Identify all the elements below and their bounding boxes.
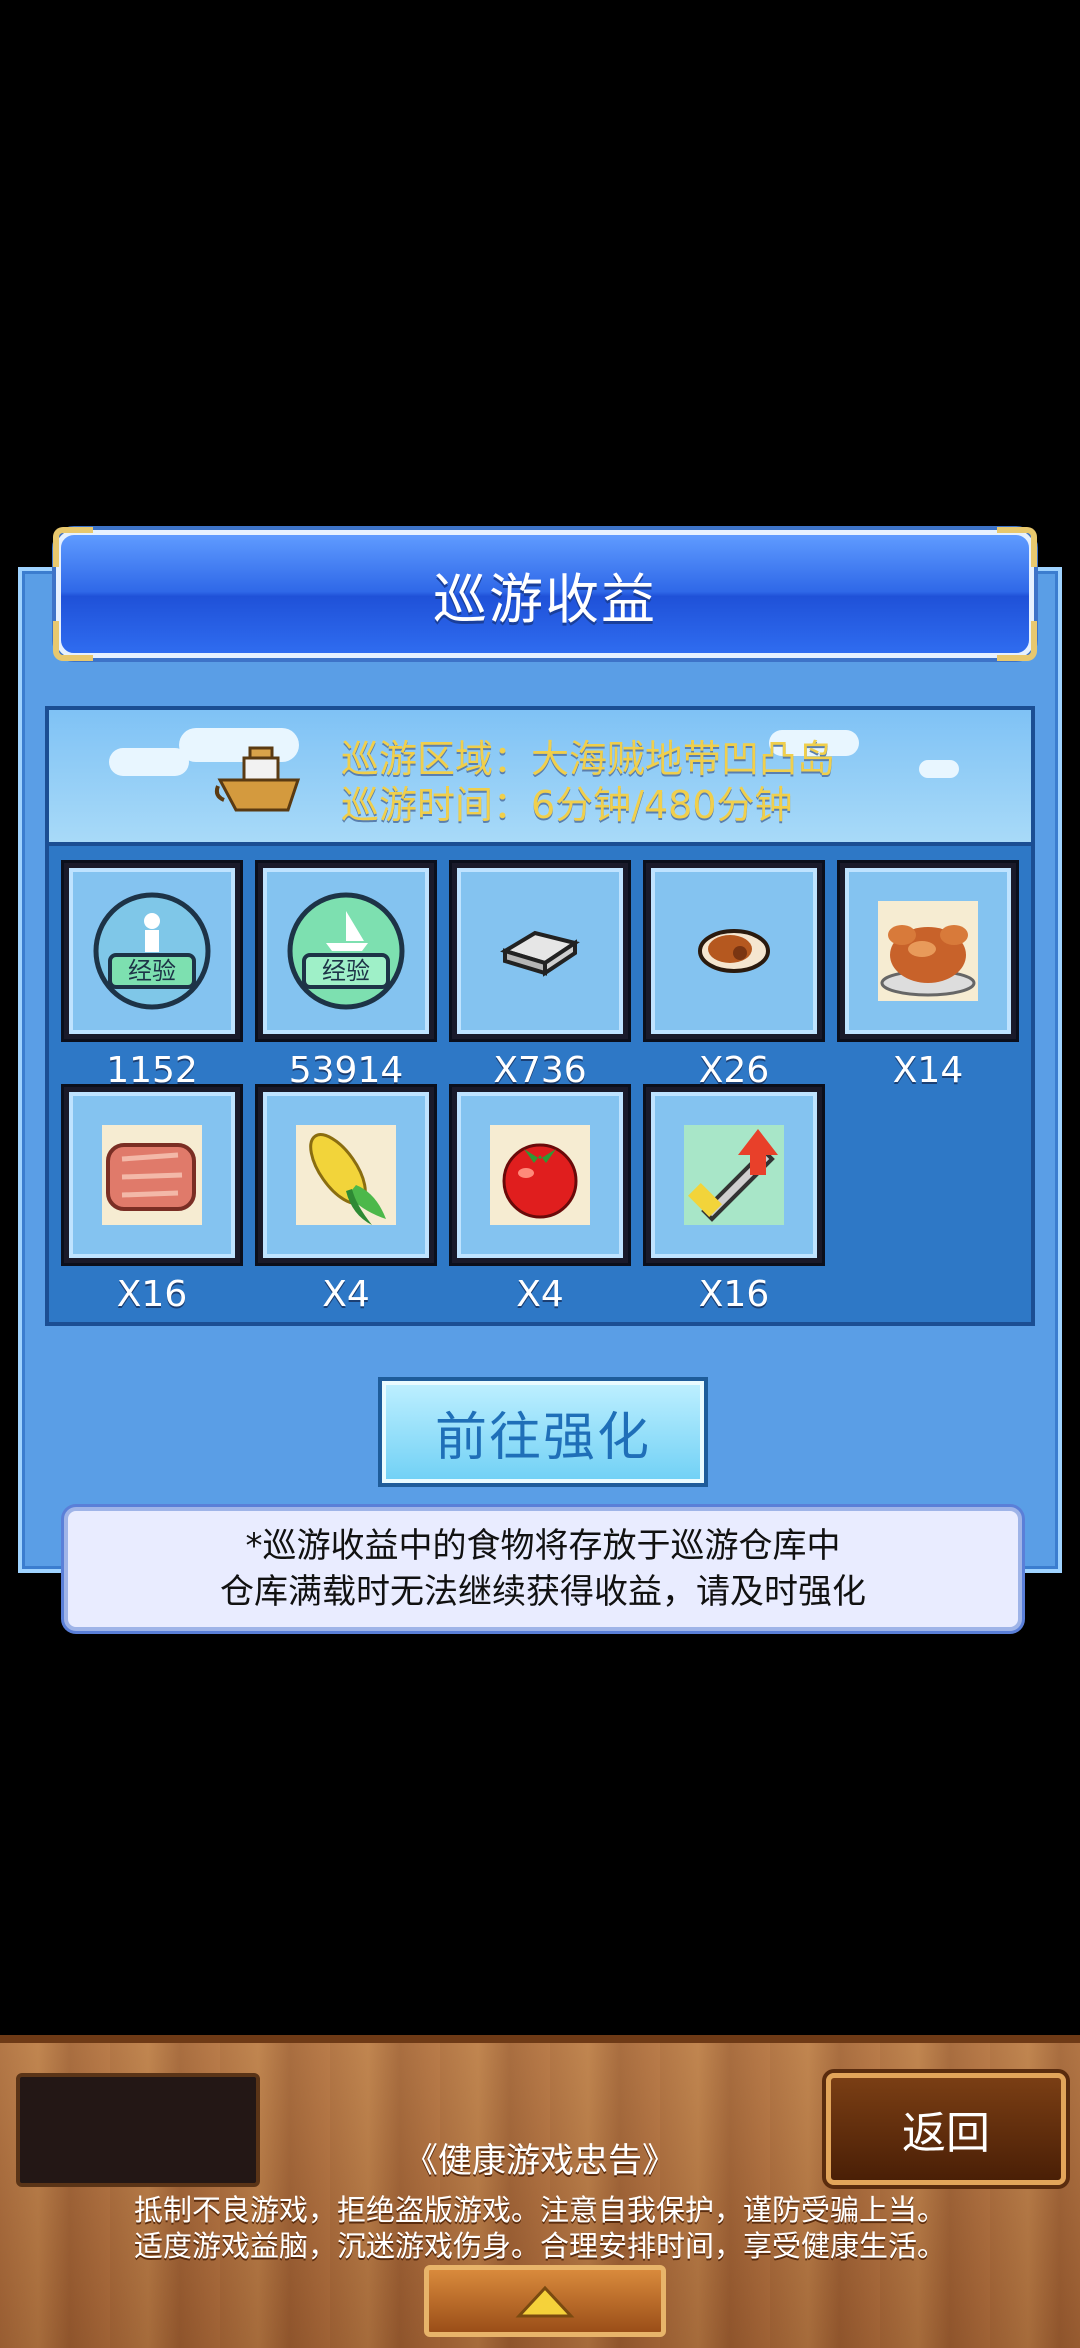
health-advice-line: 适度游戏益脑，沉迷游戏伤身。合理安排时间，享受健康生活。 — [133, 2229, 946, 2263]
roast-chicken-icon — [878, 901, 978, 1001]
go-upgrade-button[interactable]: 前往强化 — [378, 1377, 708, 1487]
person-exp-icon: 经验 — [93, 892, 211, 1010]
reward-slot: 经验 — [255, 860, 437, 1042]
ornament-corner — [997, 527, 1037, 567]
reward-slot — [643, 1084, 825, 1266]
ornament-corner — [997, 621, 1037, 661]
reward-item[interactable]: X16 — [643, 1084, 837, 1315]
ship-icon — [214, 746, 301, 812]
svg-text:经验: 经验 — [322, 957, 370, 985]
notice-line: 仓库满载时无法继续获得收益，请及时强化 — [220, 1572, 866, 1612]
reward-slot — [643, 860, 825, 1042]
dialog-title: 巡游收益 — [433, 567, 657, 631]
reward-item[interactable]: X14 — [837, 860, 1031, 1091]
tomato-icon — [490, 1125, 590, 1225]
reward-count: X16 — [698, 1274, 770, 1315]
reward-item[interactable]: 经验 53914 — [255, 860, 449, 1091]
expand-up-button[interactable] — [424, 2265, 666, 2337]
footer-bar: 返回 《健康游戏忠告》 抵制不良游戏，拒绝盗版游戏。注意自我保护，谨防受骗上当。… — [0, 2035, 1080, 2348]
reward-count: X14 — [892, 1050, 964, 1091]
reward-item[interactable]: X736 — [449, 860, 643, 1091]
reward-slot — [449, 1084, 631, 1266]
cruise-info-text: 巡游区域：大海贼地带凹凸岛 巡游时间：6分钟/480分钟 — [341, 736, 835, 828]
reward-item[interactable]: X16 — [61, 1084, 255, 1315]
raw-meat-icon — [102, 1125, 202, 1225]
silver-bar-icon — [500, 930, 580, 977]
reward-slot — [449, 860, 631, 1042]
storage-notice: *巡游收益中的食物将存放于巡游仓库中 仓库满载时无法继续获得收益，请及时强化 — [64, 1507, 1022, 1631]
ship-exp-icon: 经验 — [287, 892, 405, 1010]
reward-count: X16 — [116, 1274, 188, 1315]
cloud-decoration — [109, 748, 189, 776]
reward-item[interactable]: X4 — [449, 1084, 643, 1315]
sword-upgrade-icon — [684, 1125, 784, 1225]
cruise-info-banner: 巡游区域：大海贼地带凹凸岛 巡游时间：6分钟/480分钟 — [49, 710, 1031, 846]
reward-slot — [255, 1084, 437, 1266]
corn-icon — [296, 1125, 396, 1225]
reward-panel: 巡游区域：大海贼地带凹凸岛 巡游时间：6分钟/480分钟 经验 1152 经验 … — [45, 706, 1035, 1326]
triangle-up-icon — [515, 2285, 575, 2318]
ornament-corner — [53, 527, 93, 567]
cruise-area: 巡游区域：大海贼地带凹凸岛 — [341, 737, 836, 781]
reward-slot — [61, 1084, 243, 1266]
notice-line: *巡游收益中的食物将存放于巡游仓库中 — [245, 1526, 841, 1566]
reward-item[interactable]: 经验 1152 — [61, 860, 255, 1091]
reward-item[interactable]: X4 — [255, 1084, 449, 1315]
cruise-time: 巡游时间：6分钟/480分钟 — [341, 783, 793, 827]
svg-text:经验: 经验 — [128, 957, 176, 985]
reward-item[interactable]: X26 — [643, 860, 837, 1091]
ornament-corner — [53, 621, 93, 661]
reward-slot — [837, 860, 1019, 1042]
dialog-title-bar: 巡游收益 — [53, 527, 1037, 661]
health-advice-title: 《健康游戏忠告》 — [404, 2141, 676, 2181]
reward-count: X4 — [516, 1274, 564, 1315]
reward-slot: 经验 — [61, 860, 243, 1042]
cloud-decoration — [919, 760, 959, 778]
reward-count: X4 — [322, 1274, 370, 1315]
meat-chunk-icon — [698, 929, 770, 973]
